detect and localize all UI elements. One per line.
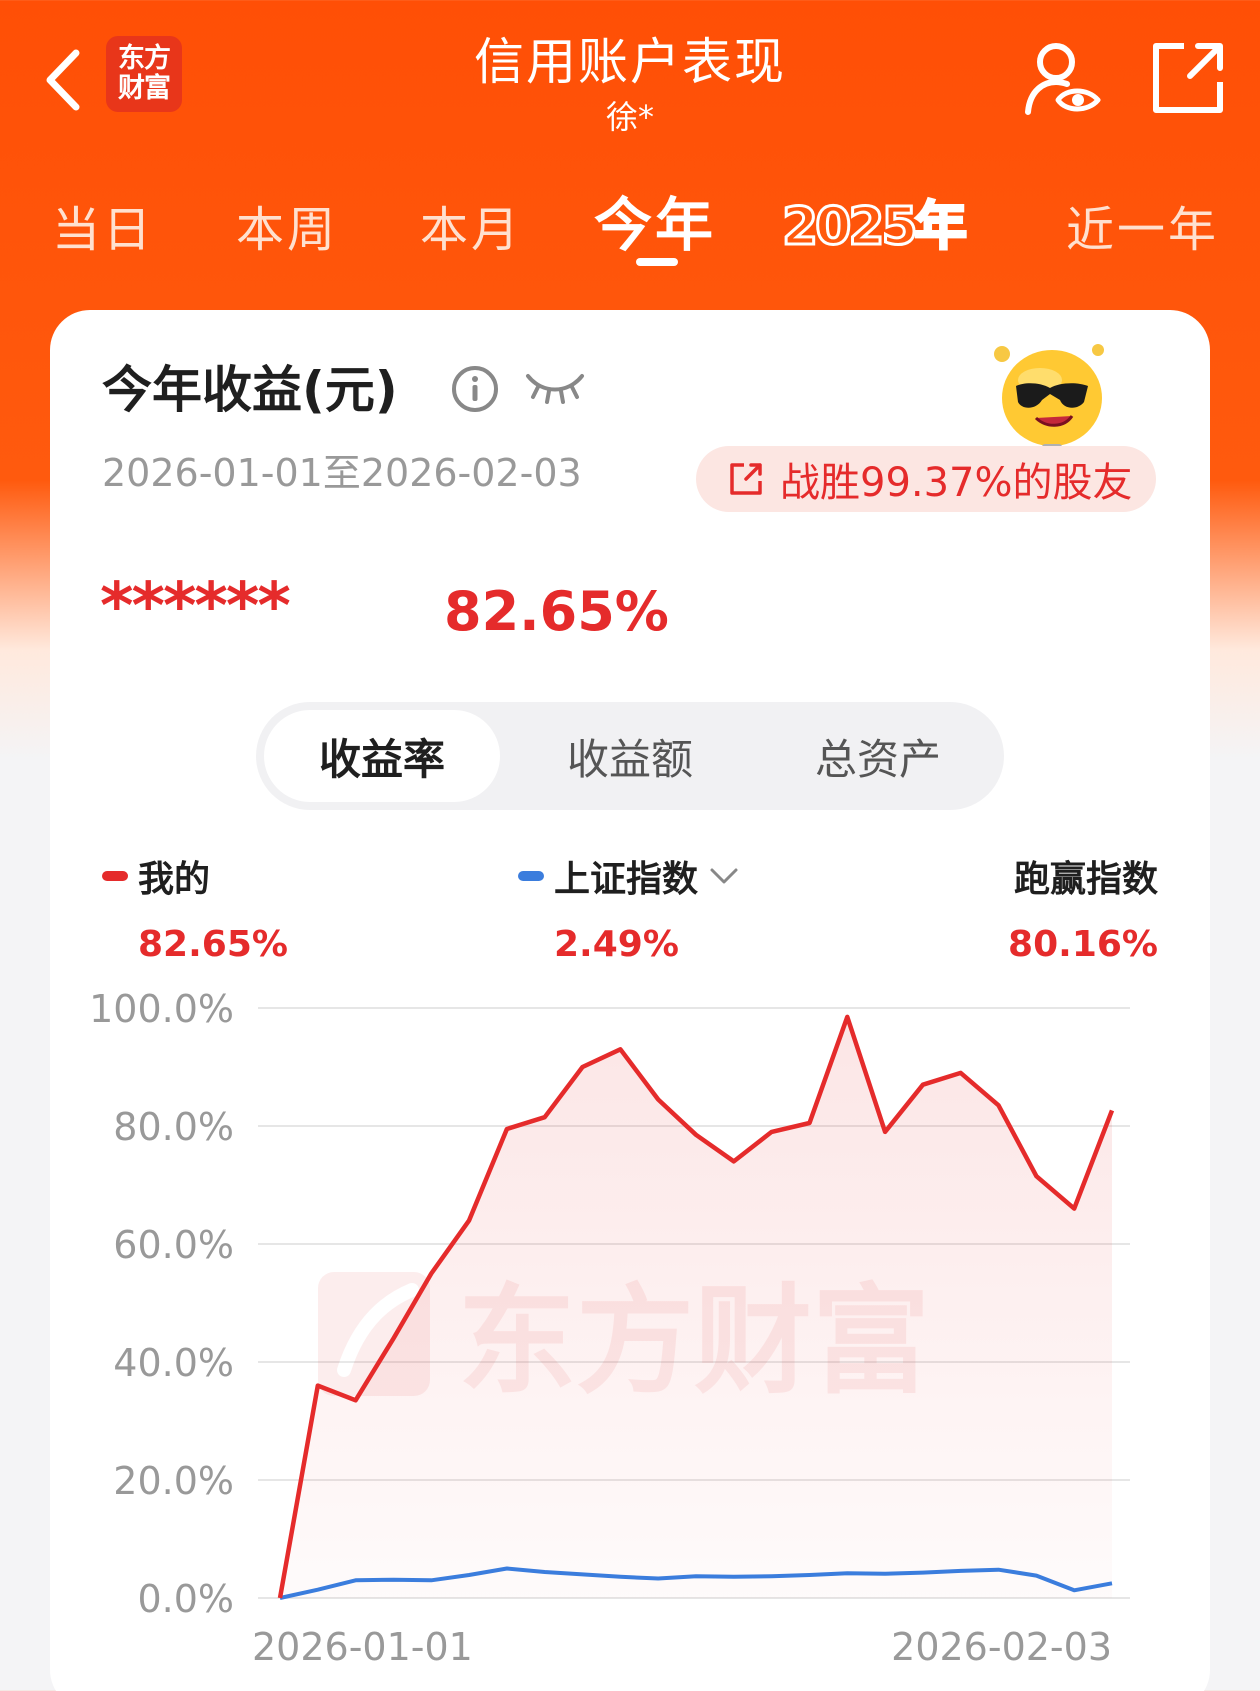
tab-2025[interactable]: 2025年 [781, 184, 969, 259]
masked-profit-amount: ****** [100, 570, 291, 644]
legend-mine: 我的 82.65% [102, 850, 288, 965]
share-small-icon [730, 463, 762, 495]
tab-last-year[interactable]: 近一年 [1066, 190, 1219, 260]
tab-this-week[interactable]: 本周 [236, 190, 338, 260]
header: 东方 财富 信用账户表现 徐* [0, 0, 1260, 150]
tab-today[interactable]: 当日 [52, 190, 154, 260]
cool-emoji-icon [980, 330, 1120, 460]
segment-return-rate[interactable]: 收益率 [264, 710, 500, 802]
tab-this-month[interactable]: 本月 [420, 190, 522, 260]
legend-beat-value: 80.16% [1008, 924, 1158, 965]
legend-mine-marker [102, 871, 128, 881]
segment-total-assets[interactable]: 总资产 [760, 710, 996, 802]
segment-return-amount[interactable]: 收益额 [512, 710, 748, 802]
user-eye-icon [1025, 43, 1101, 115]
user-view-button[interactable] [1022, 38, 1102, 118]
tab-this-year[interactable]: 今年 [594, 178, 716, 262]
share-button[interactable] [1150, 40, 1226, 116]
share-icon [1153, 43, 1223, 113]
date-range: 2026-01-01至2026-02-03 [102, 451, 582, 495]
profit-card: 今年收益(元) 2026-01-01至2026-02-03 战胜99.37%的股… [50, 310, 1210, 1691]
legend-index: 上证指数 2.49% [518, 850, 740, 965]
legend-index-marker [518, 871, 544, 881]
legend-beat-index: 跑赢指数 80.16% [1008, 850, 1158, 965]
legend-mine-name: 我的 [138, 859, 211, 900]
legend-mine-value: 82.65% [138, 924, 288, 965]
legend-beat-name: 跑赢指数 [1013, 859, 1158, 900]
beat-peers-badge[interactable]: 战胜99.37%的股友 [696, 446, 1156, 512]
metric-segment-control: 收益率 收益额 总资产 [256, 702, 1004, 810]
hide-eye-icon[interactable] [524, 366, 586, 406]
legend-index-value: 2.49% [554, 924, 679, 965]
info-icon[interactable] [450, 364, 500, 414]
chevron-down-icon[interactable] [708, 864, 740, 888]
period-tabs: 当日 本周 本月 今年 2025年 近一年 [0, 170, 1260, 280]
year-return-pct: 82.65% [444, 580, 669, 643]
active-tab-indicator [636, 258, 678, 266]
beat-peers-text: 战胜99.37%的股友 [780, 460, 1133, 506]
card-title: 今年收益(元) [102, 361, 398, 419]
legend-index-name: 上证指数 [554, 859, 699, 900]
